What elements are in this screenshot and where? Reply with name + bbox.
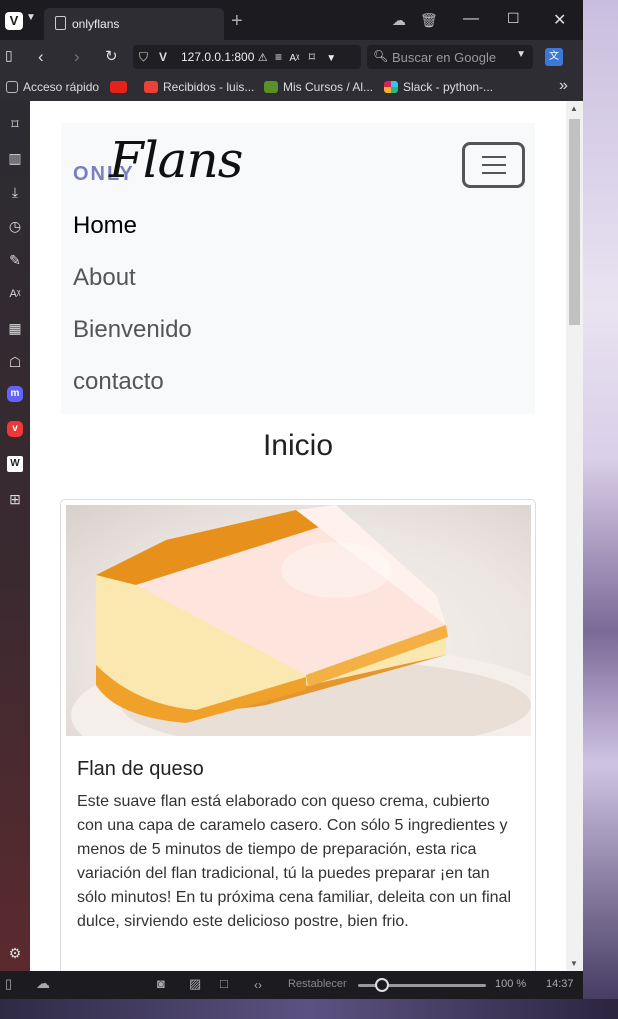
bookmark-quick-access[interactable]: Acceso rápido [6,80,99,94]
url-dropdown-icon[interactable]: ▼ [326,53,336,64]
flan-illustration [71,505,531,736]
page-scrollbar[interactable]: ▲ ▼ [566,101,583,971]
address-toolbar: ▯ ‹ › ↻ ⛉ V 127.0.0.1:800 ⚠ ≡ Aᵡ ⌑ ▼ 🔍︎ … [0,40,583,74]
wikipedia-icon[interactable]: W [7,456,23,472]
zoom-level: 100 % [495,978,527,990]
notes-icon[interactable]: ✎ [5,250,25,270]
panel-toggle-status-icon[interactable]: ▯ [5,976,12,992]
downloads-icon[interactable]: ⤓ [5,182,25,202]
capture-icon[interactable]: ◙ [157,976,165,991]
address-field[interactable]: ⛉ V 127.0.0.1:800 ⚠ ≡ Aᵡ ⌑ ▼ [133,45,361,69]
shield-icon[interactable]: ⛉ [139,50,148,65]
vivaldi-panel-icon[interactable]: v [7,421,23,437]
bookmarks-bar: Acceso rápido Recibidos - luis... Mis Cu… [0,74,583,101]
url-text: 127.0.0.1:800 [181,50,255,64]
bookmark-icon[interactable]: ⌑ [309,50,315,64]
translate-panel-icon[interactable]: Aᵡ [5,284,25,304]
bookmark-youtube[interactable] [110,80,132,94]
nav-link-bienvenido[interactable]: Bienvenido [73,316,192,344]
card-description: Este suave flan está elaborado con queso… [77,793,512,930]
brand-name: Flans [109,131,243,189]
bookmark-slack[interactable]: Slack - python-... [384,80,493,94]
title-bar: V ▼ onlyflans + ☁ 🗑 — ☐ ✕ [0,0,583,40]
page-icon [55,16,66,30]
bookmark-mis-cursos[interactable]: Mis Cursos / Al... [264,80,373,94]
reset-zoom-button[interactable]: Restablecer [288,978,347,990]
menu-chevron-icon[interactable]: ▼ [26,12,36,23]
more-bookmarks-button[interactable]: » [559,77,568,95]
brand-logo[interactable]: ONLY Flans [73,131,283,195]
flan-image [66,505,531,736]
translate-page-icon[interactable]: Aᵡ [289,53,299,64]
courses-icon [264,81,278,93]
forward-button[interactable]: › [74,47,80,67]
navbar-toggler-button[interactable] [462,142,525,188]
gmail-icon [144,81,158,93]
settings-gear-icon[interactable]: ⚙ [5,943,25,963]
trash-icon[interactable]: 🗑 [420,12,438,29]
slack-icon [384,81,398,93]
youtube-icon [110,81,127,93]
vivaldi-logo-icon[interactable]: V [5,12,23,30]
add-panel-icon[interactable]: ⊞ [5,489,25,509]
scroll-down-arrow-icon[interactable]: ▼ [570,959,578,968]
scroll-thumb[interactable] [569,119,580,325]
side-panel: ⌑ ▥ ⤓ ◷ ✎ Aᵡ ▦ ☖ m v W ⊞ ⚙ [0,101,30,971]
bookmark-page-icon [6,81,18,93]
sync-cloud-icon[interactable]: ☁ [36,975,50,992]
page-viewport: ONLY Flans Home About Bienvenido contact… [30,101,583,971]
browser-window: V ▼ onlyflans + ☁ 🗑 — ☐ ✕ ▯ ‹ › ↻ ⛉ V 12… [0,0,583,999]
search-placeholder: Buscar en Google [392,50,497,65]
reload-button[interactable]: ↻ [105,47,118,65]
nav-link-about[interactable]: About [73,264,136,292]
search-icon: 🔍︎ [373,49,389,63]
site-info-icon[interactable]: V [159,50,167,64]
feeds-icon[interactable]: ☖ [5,352,25,372]
close-button[interactable]: ✕ [553,10,566,30]
maximize-button[interactable]: ☐ [507,10,520,27]
status-bar: ▯ ☁ ◙ ▨ □ ‹› Restablecer 100 % 14:37 [0,971,583,999]
calendar-icon[interactable]: ▦ [5,318,25,338]
search-field[interactable]: 🔍︎ Buscar en Google ▼ [367,45,533,69]
back-button[interactable]: ‹ [38,47,44,67]
zoom-slider[interactable] [358,978,486,992]
translate-extension-icon[interactable]: 文 [545,48,563,66]
mastodon-icon[interactable]: m [7,386,23,402]
hamburger-line [482,172,506,174]
new-tab-button[interactable]: + [231,10,243,33]
history-icon[interactable]: ◷ [5,216,25,236]
zoom-slider-knob[interactable] [375,978,389,992]
nav-link-home[interactable]: Home [73,212,137,240]
page-tiling-icon[interactable]: □ [220,976,228,991]
desktop-taskbar-strip [0,999,618,1019]
nav-link-contacto[interactable]: contacto [73,368,164,396]
card-title: Flan de queso [77,758,204,780]
clock: 14:37 [546,978,574,990]
product-card: Flan de queso Este suave flan está elabo… [60,499,536,971]
scroll-up-arrow-icon[interactable]: ▲ [570,104,578,113]
tab-title: onlyflans [72,17,120,31]
desktop-wallpaper [583,0,618,1019]
warning-icon[interactable]: ⚠ [258,52,268,64]
site-navbar: ONLY Flans Home About Bienvenido contact… [61,123,535,414]
panel-toggle-icon[interactable]: ▯ [5,47,13,64]
minimize-button[interactable]: — [463,10,479,28]
devtools-icon[interactable]: ‹› [254,978,262,992]
reader-icon[interactable]: ≡ [275,50,282,64]
bookmarks-panel-icon[interactable]: ⌑ [5,114,25,134]
hamburger-line [482,156,506,158]
images-icon[interactable]: ▨ [189,976,201,992]
bookmark-gmail[interactable]: Recibidos - luis... [144,80,254,94]
search-engine-dropdown-icon[interactable]: ▼ [516,49,526,60]
reading-list-icon[interactable]: ▥ [5,148,25,168]
page-title: Inicio [262,429,334,462]
tab-onlyflans[interactable]: onlyflans [44,8,224,40]
cloud-icon[interactable]: ☁ [392,12,406,29]
hamburger-line [482,164,506,166]
